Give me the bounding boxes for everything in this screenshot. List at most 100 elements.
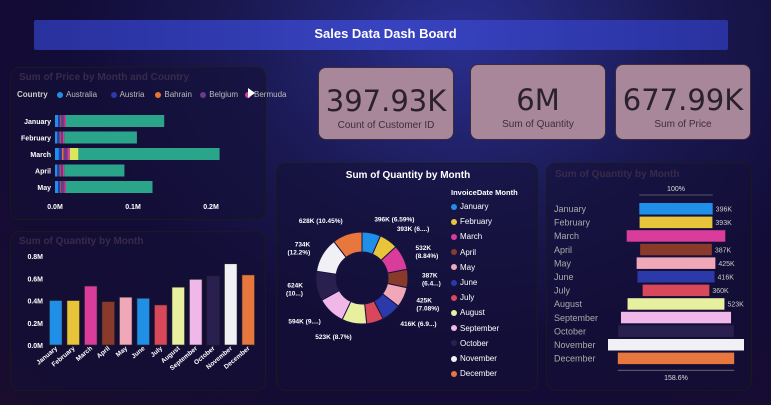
legend-label: November [460,354,497,363]
bar-segment [57,131,60,144]
legend-dot [451,218,457,225]
y-tick-label: 0.4M [27,299,43,306]
bar-segment [60,164,63,177]
funnel-bar [608,339,744,351]
funnel-bar [618,325,734,337]
legend-item-august[interactable]: August [451,308,485,317]
bar-segment [62,164,65,177]
legend-dot [451,279,457,286]
data-label: 734K [295,242,311,249]
column-bar [66,300,80,346]
bar-segment [62,131,65,144]
legend-label: May [460,262,476,272]
donut-panel[interactable]: Sum of Quantity by Month 396K (6.59%) 393… [276,163,538,391]
column-bar [119,296,133,346]
legend-item-september[interactable]: September [451,324,499,333]
bar-segment [55,131,58,144]
legend-item-november[interactable]: November [451,354,497,363]
bar-segment [63,148,68,160]
bar-segment [62,148,64,160]
bar-segment [60,115,62,127]
column-bar [136,297,150,346]
bar-segment [64,115,66,127]
category-label: October [554,326,586,336]
category-label: September [554,313,598,323]
legend-dot [451,294,457,301]
funnel-bar [637,271,715,283]
y-tick-label: 0.6M [27,276,43,283]
data-label: 624K [287,283,303,290]
donut-legend-title: InvoiceDate Month [451,188,518,197]
funnel-panel[interactable]: Sum of Quantity by Month 100% January 396K… [546,163,752,391]
legend-dot [451,264,457,271]
funnel-bar [639,216,713,229]
funnel-bar [620,311,732,324]
legend-label: December [460,369,497,379]
funnel-bar [617,352,735,365]
legend-item-april[interactable]: April [451,248,476,257]
column-bar [206,275,220,346]
y-tick-label: 0.0M [27,343,43,350]
value-label: 360K [712,288,729,295]
bar-segment [60,181,62,193]
kpi-card-customer-count[interactable]: 397.93K Count of Customer ID [318,67,454,140]
x-tick-label: May [115,345,129,359]
data-label: 594K (9....) [288,319,321,326]
kpi-value: 6M [516,83,560,117]
data-label: 628K (10.45%) [299,218,343,225]
category-label: July [554,286,571,296]
value-label: 396K [716,207,733,214]
bar-segment [65,115,165,127]
kpi-label: Sum of Quantity [502,119,574,130]
legend-item-july[interactable]: July [451,293,474,302]
bar-segment [64,131,137,144]
column-month-panel[interactable]: Sum of Quantity by Month 0.0M 0.2M 0.4M 0.6… [10,231,266,391]
legend-item-june[interactable]: June [451,278,477,287]
value-label: 425K [718,261,735,268]
category-label: March [554,231,579,241]
value-label: 523K [727,302,744,309]
funnel-bar [640,243,712,256]
bar-segment [61,181,65,193]
legend-item-march[interactable]: March [451,232,482,241]
kpi-value: 397.93K [325,84,447,118]
legend-label: January [460,202,489,211]
y-tick-label: 0.8M [27,254,43,261]
legend-item-january[interactable]: January [451,202,488,211]
data-label: (10...) [286,291,303,298]
bar-segment [78,148,220,160]
bar-segment [59,164,61,177]
data-label: (7.08%) [416,305,439,312]
bar-segment [57,164,60,177]
category-label: December [554,354,596,364]
data-label: 416K (6.9...) [400,321,436,328]
legend-dot [451,370,457,377]
legend-item-october[interactable]: October [451,339,488,348]
legend-item-may[interactable]: May [451,263,475,272]
category-label: February [554,218,591,228]
data-label: 393K (6....) [397,226,430,233]
bar-segment [55,164,58,177]
category-label: May [554,258,572,268]
bar-country-panel[interactable]: Sum of Price by Month and Country Countr… [10,67,286,220]
kpi-card-price[interactable]: 677.99K Sum of Price [615,64,751,140]
column-bar [154,304,168,346]
category-label: April [35,169,51,176]
legend-label: October [460,338,489,348]
data-label: 387K [422,273,438,280]
legend-item-december[interactable]: December [451,369,497,378]
kpi-card-quantity[interactable]: 6M Sum of Quantity [470,64,606,140]
bar-segment [64,164,125,177]
column-bar [84,285,98,346]
column-bar [189,279,203,346]
legend-item-february[interactable]: February [451,217,492,226]
x-tick-label: March [75,345,94,363]
legend-dot [451,249,457,256]
x-tick-label: 0.0M [47,204,63,211]
donut-legend[interactable]: InvoiceDate Month January February March Ap… [449,186,539,386]
bar-segment [64,181,66,193]
bar-segment [61,115,65,127]
x-tick-label: 0.2M [203,204,219,211]
category-label: June [554,272,574,282]
column-bar [49,300,63,346]
